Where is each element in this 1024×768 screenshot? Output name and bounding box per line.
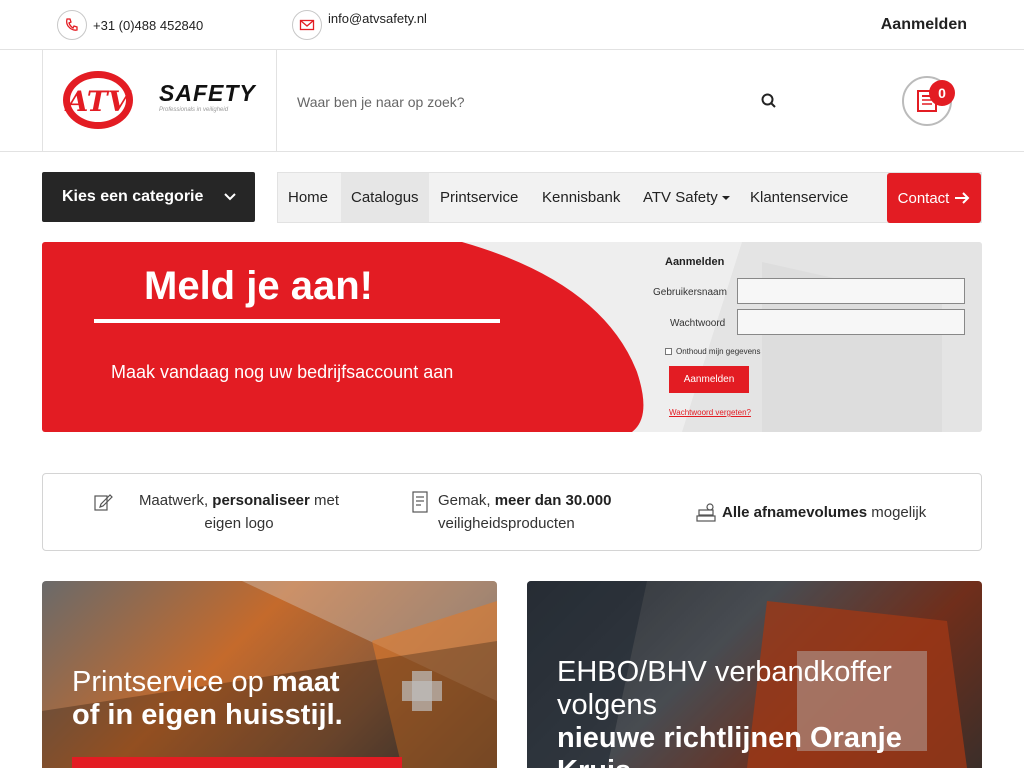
usp-afnamevolumes-bold: Alle afnamevolumes: [722, 504, 868, 521]
login-link[interactable]: Aanmelden: [881, 16, 967, 34]
contact-button-label: Contact: [897, 189, 950, 207]
card1-text-a: Printservice op: [72, 666, 272, 698]
login-hero-banner: Meld je aan! Maak vandaag nog uw bedrijf…: [42, 242, 982, 432]
card1-text-b: maat: [271, 666, 340, 698]
usp-gemak-text-a: Gemak,: [438, 492, 495, 509]
printservice-card-button[interactable]: [72, 757, 402, 768]
chevron-down-icon: [224, 193, 236, 201]
volume-stack-icon: [696, 503, 716, 522]
cart-count-badge: 0: [929, 80, 955, 106]
logo-text: SAFETY: [159, 80, 256, 106]
top-bar: +31 (0)488 452840 info@atvsafety.nl Aanm…: [0, 0, 1024, 50]
remember-me-checkbox[interactable]: Onthoud mijn gegevens: [665, 347, 761, 356]
nav-catalogus[interactable]: Catalogus: [341, 173, 429, 222]
atv-logo-icon: ATV: [63, 71, 133, 129]
usp-maatwerk-text-d: eigen logo: [204, 515, 274, 532]
search-icon[interactable]: [760, 92, 778, 110]
header: ATV SAFETY Professionals in veiligheid W…: [0, 50, 1024, 152]
email-icon: [292, 10, 322, 40]
nav-home[interactable]: Home: [288, 173, 328, 222]
contact-button[interactable]: Contact: [887, 173, 981, 223]
svg-text:ATV: ATV: [64, 85, 133, 118]
phone-number[interactable]: +31 (0)488 452840: [93, 18, 203, 33]
nav-klantenservice[interactable]: Klantenservice: [750, 173, 848, 222]
checkbox-box[interactable]: [665, 348, 672, 355]
login-submit-button[interactable]: Aanmelden: [669, 366, 749, 393]
usp-afnamevolumes-text: mogelijk: [867, 504, 927, 521]
email-address[interactable]: info@atvsafety.nl: [328, 11, 427, 26]
nav-printservice[interactable]: Printservice: [440, 173, 518, 222]
phone-icon: [57, 10, 87, 40]
nav-atv-safety[interactable]: ATV Safety: [643, 173, 730, 222]
category-button-label: Kies een categorie: [62, 188, 204, 205]
usp-gemak-text-c: veiligheidsproducten: [438, 515, 575, 532]
password-field[interactable]: [737, 309, 965, 335]
category-dropdown-button[interactable]: Kies een categorie: [42, 172, 255, 222]
usp-maatwerk-text-c: met: [309, 492, 340, 509]
ehbo-card[interactable]: EHBO/BHV verbandkoffer volgens nieuwe ri…: [527, 581, 982, 768]
search-input[interactable]: Waar ben je naar op zoek?: [297, 94, 465, 110]
card2-text-a: EHBO/BHV verbandkoffer: [557, 656, 892, 688]
hero-title: Meld je aan!: [144, 264, 373, 308]
email-contact[interactable]: info@atvsafety.nl: [292, 10, 427, 40]
edit-document-icon: [94, 494, 113, 511]
usp-maatwerk: Maatwerk, personaliseer met eigen logo: [119, 489, 359, 535]
password-label: Wachtwoord: [670, 318, 726, 329]
phone-contact[interactable]: +31 (0)488 452840: [57, 10, 203, 40]
logo[interactable]: ATV SAFETY Professionals in veiligheid: [42, 50, 277, 151]
card2-text-b: volgens: [557, 689, 657, 721]
nav-kennisbank[interactable]: Kennisbank: [542, 173, 620, 222]
card2-text-c: nieuwe richtlijnen Oranje: [557, 722, 902, 754]
login-form-title: Aanmelden: [665, 256, 725, 268]
card1-text-c: of in eigen huisstijl.: [72, 699, 343, 731]
remember-me-label: Onthoud mijn gegevens: [676, 347, 761, 356]
hero-divider: [94, 319, 500, 323]
logo-tagline: Professionals in veiligheid: [159, 107, 229, 113]
username-label: Gebruikersnaam: [653, 287, 727, 298]
usp-bar: Maatwerk, personaliseer met eigen logo G…: [42, 473, 982, 551]
usp-maatwerk-text-a: Maatwerk,: [138, 492, 213, 509]
ehbo-card-title: EHBO/BHV verbandkoffer volgens nieuwe ri…: [557, 656, 902, 768]
forgot-password-link[interactable]: Wachtwoord vergeten?: [669, 408, 751, 417]
hero-subtitle: Maak vandaag nog uw bedrijfsaccount aan: [111, 362, 454, 382]
usp-gemak-bold: meer dan 30.000: [494, 492, 612, 509]
main-nav: Home Catalogus Printservice Kennisbank A…: [277, 172, 982, 223]
printservice-card[interactable]: Printservice op maat of in eigen huissti…: [42, 581, 497, 768]
usp-maatwerk-bold: personaliseer: [212, 492, 310, 509]
usp-gemak: Gemak, meer dan 30.000 veiligheidsproduc…: [438, 489, 611, 535]
printservice-card-title: Printservice op maat of in eigen huissti…: [72, 666, 343, 732]
usp-afnamevolumes: Alle afnamevolumes mogelijk: [722, 501, 926, 524]
nav-atv-safety-label: ATV Safety: [643, 189, 718, 206]
username-field[interactable]: [737, 278, 965, 304]
arrow-right-icon: [955, 192, 970, 204]
product-list-icon: [412, 491, 428, 513]
caret-down-icon: [721, 195, 730, 200]
card2-text-d: Kruis: [557, 755, 631, 768]
